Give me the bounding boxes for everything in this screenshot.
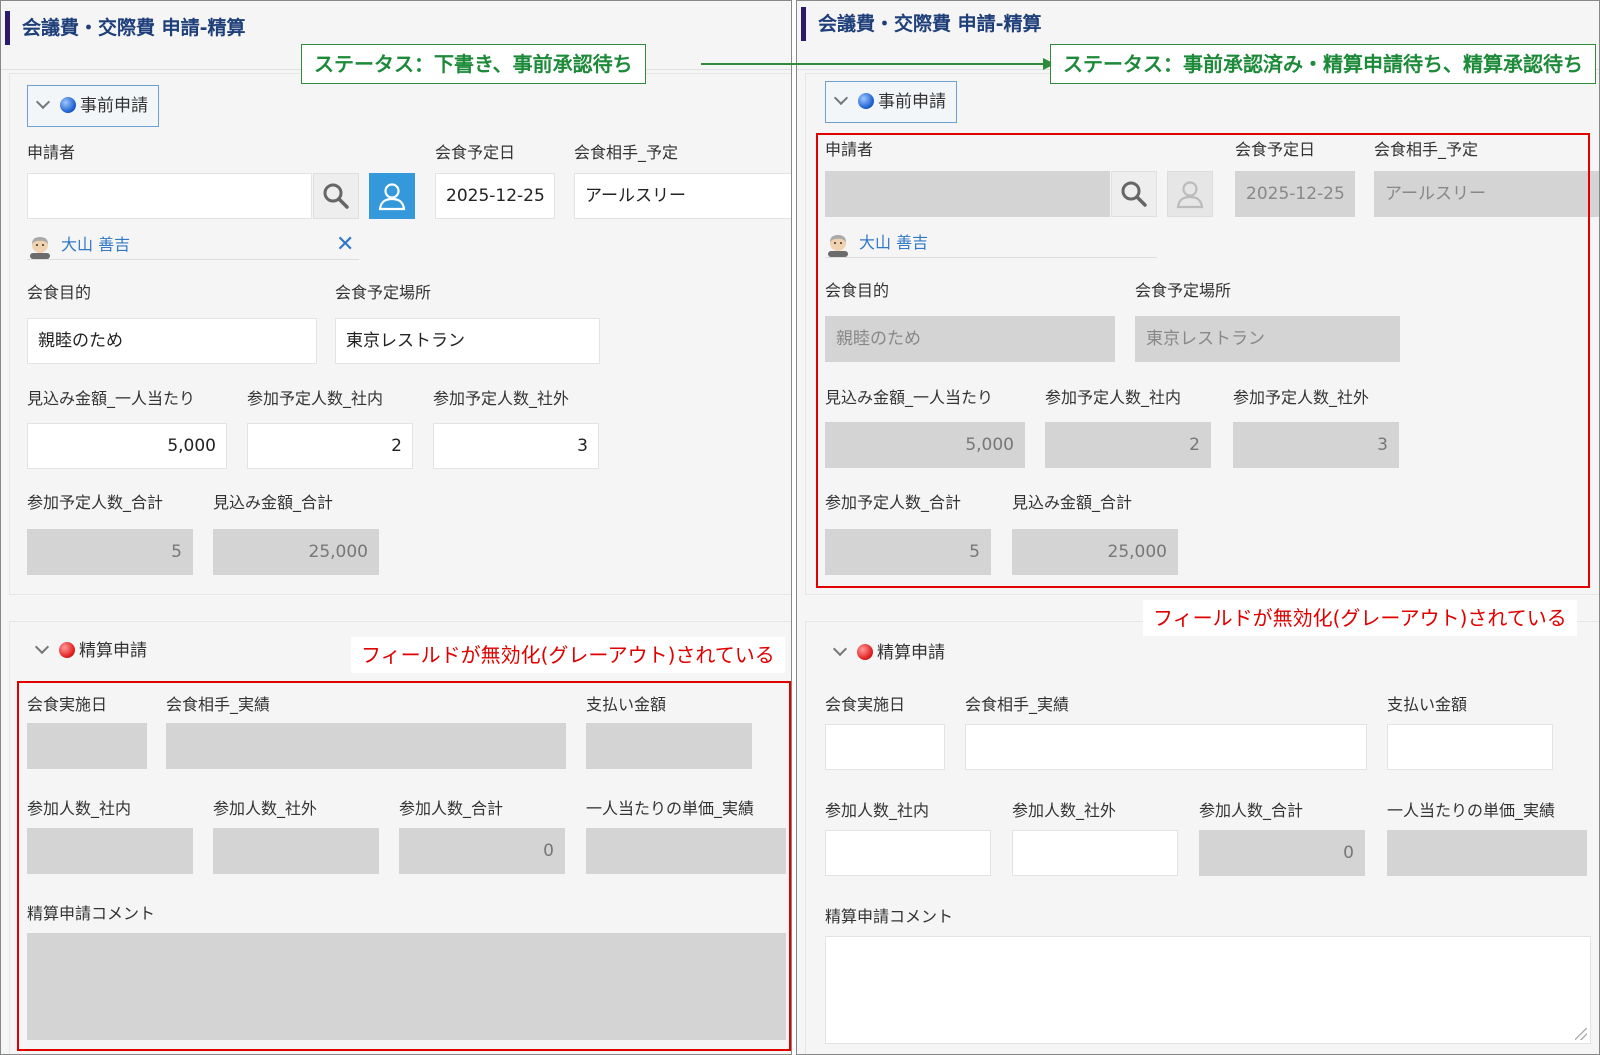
total-people-field: 5 (27, 529, 193, 575)
purpose-label: 会食目的 (27, 283, 92, 302)
form-panel-approved: 会議費・交際費 申請-精算 事前申請 申請者 会食予定日 会食相手_予定 202… (796, 0, 1600, 1055)
place-input[interactable]: 東京レストラン (335, 318, 600, 364)
red-dot-icon (857, 644, 873, 660)
avatar (30, 236, 50, 259)
meal-date-input[interactable]: 2025-12-25 (435, 173, 555, 219)
chevron-down-icon (34, 639, 50, 655)
user-select-button[interactable] (369, 173, 415, 219)
settlement-header: 精算申請 (79, 641, 147, 661)
internal-label: 参加予定人数_社内 (247, 389, 384, 408)
partner-label: 会食相手_予定 (574, 143, 679, 162)
search-button[interactable] (313, 173, 359, 219)
applicant-name: 大山 善吉 (61, 235, 131, 254)
comment-label: 精算申請コメント (825, 907, 954, 926)
red-dot-icon (59, 642, 75, 658)
status-label-left: ステータス：下書き、事前承認待ち (301, 44, 646, 84)
applicant-input[interactable] (27, 173, 312, 219)
actual-date-label: 会食実施日 (825, 695, 906, 714)
search-icon (323, 183, 349, 209)
form-title: 会議費・交際費 申請-精算 (801, 7, 1042, 41)
internal-count-input[interactable]: 2 (247, 423, 413, 469)
settlement-accordion[interactable]: 精算申請 (27, 631, 147, 671)
chevron-down-icon (35, 94, 51, 110)
disabled-note: フィールドが無効化(グレーアウト)されている (1143, 600, 1577, 636)
highlight-box (816, 133, 1590, 588)
settlement-header: 精算申請 (877, 643, 945, 663)
actual-internal-input[interactable] (825, 830, 991, 876)
form-panel-draft: 会議費・交際費 申請-精算 事前申請 申請者 会食予定日 会食相手_予定 202… (0, 0, 792, 1055)
pre-application-accordion[interactable]: 事前申請 (27, 85, 159, 127)
pre-application-header: 事前申請 (878, 92, 946, 112)
total-amount-label: 見込み金額_合計 (213, 493, 334, 512)
arrow-line (701, 63, 1045, 65)
est-per-person-label: 見込み金額_一人当たり (27, 389, 196, 408)
settlement-accordion[interactable]: 精算申請 (825, 633, 945, 673)
blue-dot-icon (60, 97, 76, 113)
resize-handle[interactable] (1575, 1028, 1587, 1040)
pre-application-header: 事前申請 (80, 96, 148, 116)
actual-total-field: 0 (1199, 830, 1365, 876)
actual-date-input[interactable] (825, 724, 945, 770)
comment-textarea[interactable] (825, 936, 1591, 1044)
chevron-down-icon (833, 90, 849, 106)
close-icon[interactable]: ✕ (336, 234, 354, 256)
chevron-down-icon (832, 641, 848, 657)
est-per-person-input[interactable]: 5,000 (27, 423, 227, 469)
applicant-label: 申請者 (27, 143, 76, 162)
applicant-tag[interactable]: 大山 善吉 (27, 230, 359, 260)
payment-input[interactable] (1387, 724, 1553, 770)
partner-input[interactable]: アールスリー (574, 173, 791, 219)
actual-internal-label: 参加人数_社内 (825, 801, 930, 820)
disabled-note: フィールドが無効化(グレーアウト)されている (351, 637, 785, 673)
external-label: 参加予定人数_社外 (433, 389, 570, 408)
user-icon (378, 183, 406, 211)
purpose-input[interactable]: 親睦のため (27, 318, 317, 364)
actual-external-input[interactable] (1012, 830, 1178, 876)
unit-price-label: 一人当たりの単価_実績 (1387, 801, 1556, 820)
form-title: 会議費・交際費 申請-精算 (5, 11, 246, 45)
actual-external-label: 参加人数_社外 (1012, 801, 1117, 820)
payment-label: 支払い金額 (1387, 695, 1468, 714)
place-label: 会食予定場所 (335, 283, 432, 302)
external-count-input[interactable]: 3 (433, 423, 599, 469)
blue-dot-icon (858, 93, 874, 109)
total-people-label: 参加予定人数_合計 (27, 493, 164, 512)
total-amount-field: 25,000 (213, 529, 379, 575)
actual-partner-label: 会食相手_実績 (965, 695, 1070, 714)
highlight-box (17, 681, 791, 1051)
status-label-right: ステータス：事前承認済み・精算申請待ち、精算承認待ち (1050, 44, 1596, 84)
pre-application-accordion[interactable]: 事前申請 (825, 81, 957, 123)
actual-partner-input[interactable] (965, 724, 1367, 770)
actual-total-label: 参加人数_合計 (1199, 801, 1304, 820)
meal-date-label: 会食予定日 (435, 143, 516, 162)
unit-price-field (1387, 830, 1587, 876)
